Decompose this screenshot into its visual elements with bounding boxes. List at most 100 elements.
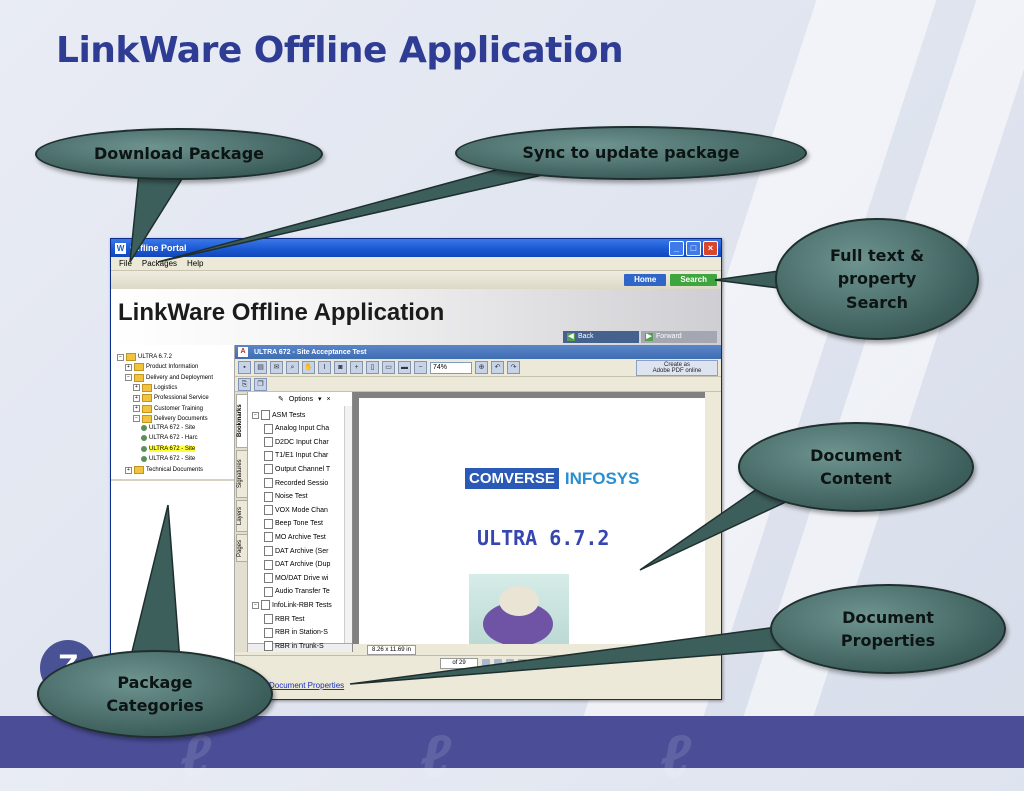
folder-icon xyxy=(126,353,136,361)
menu-help[interactable]: Help xyxy=(187,259,203,268)
tree-item-label: Professional Service xyxy=(154,395,209,402)
home-button[interactable]: Home xyxy=(624,274,667,286)
tree-item-label: ULTRA 672 - Site xyxy=(149,425,196,432)
page-count[interactable]: of 29 xyxy=(440,657,478,669)
print-icon[interactable]: ▤ xyxy=(254,361,267,374)
expand-icon[interactable]: + xyxy=(133,384,140,392)
document-heading: ULTRA 6.7.2 xyxy=(477,526,610,550)
tab-layers[interactable]: Layers xyxy=(236,500,248,532)
options-label: Options xyxy=(288,395,313,403)
next-view-icon[interactable] xyxy=(518,659,526,667)
forward-button[interactable]: ▶ Forward xyxy=(641,331,717,343)
bookmark-item[interactable]: MO/DAT Drive wi xyxy=(264,573,328,584)
zoom-out-icon[interactable]: − xyxy=(414,361,427,374)
tree-item[interactable]: + Technical Documents xyxy=(125,466,203,475)
bookmark-item[interactable]: VOX Mode Chan xyxy=(264,505,328,516)
bookmark-item[interactable]: Audio Transfer Te xyxy=(264,586,330,597)
expand-icon[interactable]: + xyxy=(125,363,132,371)
tree-item[interactable]: ULTRA 672 - Site xyxy=(141,445,196,452)
collapse-icon[interactable]: − xyxy=(252,411,259,419)
collapse-icon[interactable]: − xyxy=(117,353,124,361)
bookmark-item[interactable]: RBR Test xyxy=(264,614,304,624)
viewer-toolbar: ▪ ▤ ✉ ⌕ ✋ I ◙ + ▯ ▭ ▬ − 74% ⊕ ↶ ↷ Create… xyxy=(235,359,721,377)
collapse-icon[interactable]: − xyxy=(133,415,140,423)
close-bookmarks-icon[interactable]: × xyxy=(327,396,331,403)
next-page-icon[interactable] xyxy=(482,659,490,667)
bookmark-item[interactable]: MO Archive Test xyxy=(264,532,326,543)
bookmark-item[interactable]: RBR in Trunk-S xyxy=(264,641,324,652)
email-icon[interactable]: ✉ xyxy=(270,361,283,374)
callout-document-properties: Document Properties xyxy=(770,584,1006,674)
tree-item[interactable]: + Professional Service xyxy=(133,394,209,403)
page-tool-icon[interactable]: ⎘ xyxy=(238,377,251,391)
expand-icon[interactable]: + xyxy=(133,394,140,402)
bookmark-item[interactable]: Output Channel T xyxy=(264,464,330,475)
menu-packages[interactable]: Packages xyxy=(142,259,177,268)
tree-separator xyxy=(111,479,234,481)
back-button[interactable]: ◀ Back xyxy=(563,331,639,343)
package-tree: − ULTRA 6.7.2 + Product Information − Deliver… xyxy=(111,345,235,663)
tab-bookmarks[interactable]: Bookmarks xyxy=(236,394,248,448)
bookmark-label: Recorded Sessio xyxy=(275,479,329,487)
snapshot-icon[interactable]: ◙ xyxy=(334,361,347,374)
tree-item[interactable]: − Delivery Documents xyxy=(133,414,208,423)
fit-width-icon[interactable]: ▬ xyxy=(398,361,411,374)
window-titlebar[interactable]: W Offline Portal _ □ × xyxy=(111,239,721,257)
options-menu[interactable]: ✎ Options ▾ × xyxy=(248,392,352,406)
actual-size-icon[interactable]: ▯ xyxy=(366,361,379,374)
menu-file[interactable]: File xyxy=(119,259,132,268)
expand-icon[interactable]: + xyxy=(125,466,132,474)
bookmark-icon xyxy=(264,478,273,488)
minimize-icon[interactable]: _ xyxy=(669,240,684,256)
rotate-right-icon[interactable]: ↷ xyxy=(507,361,520,374)
tree-item[interactable]: − Delivery and Deployment xyxy=(125,373,213,382)
expand-icon[interactable]: + xyxy=(133,405,140,412)
bookmark-item[interactable]: DAT Archive (Ser xyxy=(264,546,328,556)
bookmark-item[interactable]: Beep Tone Test xyxy=(264,518,323,529)
forward-arrow-icon: ▶ xyxy=(645,333,653,341)
bookmark-item[interactable]: Analog Input Cha xyxy=(264,423,329,434)
bookmark-item[interactable]: − InfoLink-RBR Tests xyxy=(252,600,332,611)
tree-item[interactable]: ULTRA 672 - Site xyxy=(141,456,195,462)
fit-page-icon[interactable]: ▭ xyxy=(382,361,395,374)
document-scrollbar[interactable] xyxy=(705,392,713,644)
bookmark-item[interactable]: T1/E1 Input Char xyxy=(264,450,328,461)
bookmark-item[interactable]: DAT Archive (Dup xyxy=(264,559,330,570)
close-icon[interactable]: × xyxy=(703,240,718,256)
document-properties-link[interactable]: Document Properties xyxy=(269,681,344,690)
tree-item[interactable]: + Product Information xyxy=(125,363,198,372)
save-icon[interactable]: ▪ xyxy=(238,361,251,374)
tab-signatures[interactable]: Signatures xyxy=(236,450,248,498)
previous-view-icon[interactable] xyxy=(506,659,514,667)
bookmark-item[interactable]: Noise Test xyxy=(264,491,308,502)
tree-item[interactable]: + Customer Training xyxy=(133,404,203,413)
zoom-plus-icon[interactable]: ⊕ xyxy=(475,361,488,374)
logo-left: COMVERSE xyxy=(465,468,559,489)
hand-tool-icon[interactable]: ✋ xyxy=(302,361,315,374)
maximize-icon[interactable]: □ xyxy=(686,240,701,256)
copy-icon[interactable]: ❐ xyxy=(254,377,267,391)
zoom-level-select[interactable]: 74% xyxy=(430,361,472,374)
bookmark-icon xyxy=(264,450,273,461)
bookmark-item[interactable]: Recorded Sessio xyxy=(264,478,328,488)
main-content: − ULTRA 6.7.2 + Product Information − Deliver… xyxy=(111,345,721,699)
bookmark-item[interactable]: D2DC Input Char xyxy=(264,437,329,448)
select-text-icon[interactable]: I xyxy=(318,361,331,374)
tree-item[interactable]: + Logistics xyxy=(133,383,177,392)
tab-pages[interactable]: Pages xyxy=(236,534,248,562)
zoom-in-icon[interactable]: + xyxy=(350,361,363,374)
tree-item[interactable]: − ULTRA 6.7.2 xyxy=(117,353,172,361)
find-icon[interactable]: ⌕ xyxy=(286,361,299,374)
bookmark-item[interactable]: RBR in Station-S xyxy=(264,627,328,638)
tree-item[interactable]: ULTRA 672 - Site xyxy=(141,425,196,432)
collapse-icon[interactable]: − xyxy=(125,374,132,382)
bookmark-item[interactable]: − ASM Tests xyxy=(252,410,305,420)
create-pdf-button[interactable]: Create as Adobe PDF online xyxy=(636,359,718,376)
tree-item[interactable]: ULTRA 672 - Harc xyxy=(141,435,198,442)
bookmarks-scrollbar[interactable] xyxy=(344,406,352,644)
last-page-icon[interactable] xyxy=(494,659,502,667)
collapse-icon[interactable]: − xyxy=(252,601,259,609)
search-button[interactable]: Search xyxy=(670,274,717,286)
bookmark-label: VOX Mode Chan xyxy=(275,506,328,514)
rotate-left-icon[interactable]: ↶ xyxy=(491,361,504,374)
